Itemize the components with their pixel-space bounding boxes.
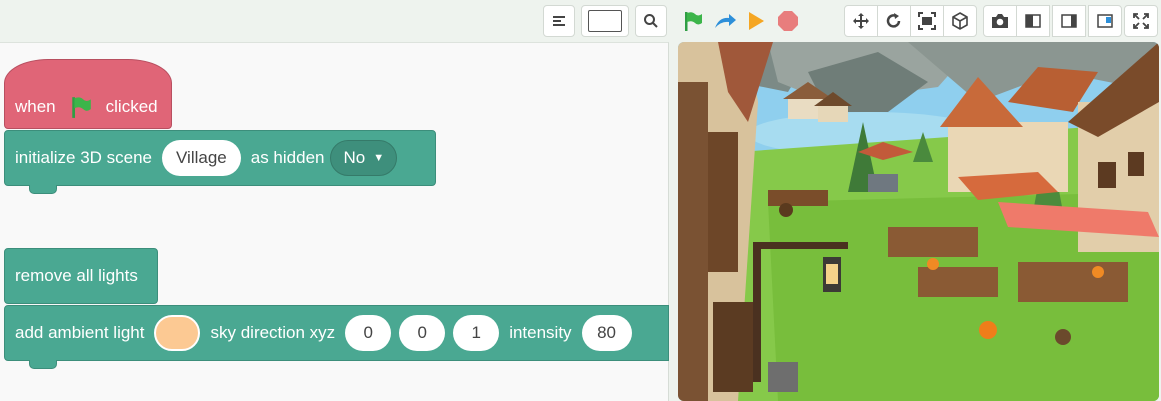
block-notch: [29, 360, 57, 369]
play-button[interactable]: [743, 8, 769, 34]
fit-screen-button[interactable]: [910, 5, 944, 37]
zoom-box: [588, 10, 622, 32]
light-color-swatch[interactable]: [154, 315, 201, 351]
fullscreen-icon: [1133, 13, 1149, 29]
search-icon: [644, 14, 658, 28]
initialize-scene-block[interactable]: initialize 3D scene Village as hidden No…: [4, 130, 436, 194]
as-hidden-label: as hidden: [250, 148, 325, 167]
zoom-level-button[interactable]: [581, 5, 629, 37]
align-left-icon: [553, 16, 565, 26]
move-icon: [853, 13, 869, 29]
rotate-button[interactable]: [877, 5, 911, 37]
layout-left-icon: [1025, 14, 1041, 28]
green-flag-icon: [685, 12, 702, 31]
scene-name-input[interactable]: Village: [162, 140, 241, 176]
top-toolbar: [0, 0, 1161, 42]
block-notch: [29, 185, 57, 194]
sky-direction-label: sky direction xyz: [210, 323, 336, 342]
remove-all-lights-block[interactable]: remove all lights: [4, 248, 158, 304]
ambient-light-label: add ambient light: [15, 323, 145, 342]
village-scene: [678, 42, 1159, 401]
rotate-icon: [886, 13, 901, 28]
camera-button[interactable]: [983, 5, 1017, 37]
align-left-button[interactable]: [543, 5, 575, 37]
intensity-label: intensity: [509, 323, 572, 342]
stop-icon: [778, 11, 798, 31]
layout-top-right-icon: [1097, 14, 1113, 28]
layout-top-right-button[interactable]: [1088, 5, 1122, 37]
fit-screen-icon: [918, 12, 936, 30]
sky-z-input[interactable]: 1: [453, 315, 500, 351]
camera-icon: [992, 14, 1008, 28]
search-button[interactable]: [635, 5, 667, 37]
intensity-input[interactable]: 80: [581, 315, 632, 351]
initialize-scene-label: initialize 3D scene: [15, 148, 153, 167]
clicked-label: clicked: [105, 97, 158, 116]
hidden-dropdown[interactable]: No ▼: [330, 140, 398, 176]
move-button[interactable]: [844, 5, 878, 37]
when-label: when: [15, 97, 56, 116]
sky-y-input[interactable]: 0: [399, 315, 446, 351]
hidden-dropdown-value: No: [343, 148, 366, 167]
green-flag-icon: [71, 97, 91, 118]
stop-button[interactable]: [775, 8, 801, 34]
fullscreen-button[interactable]: [1124, 5, 1158, 37]
sky-x-input[interactable]: 0: [345, 315, 392, 351]
layout-left-button[interactable]: [1016, 5, 1050, 37]
layout-right-button[interactable]: [1052, 5, 1086, 37]
green-flag-button[interactable]: [680, 8, 706, 34]
cube-icon: [952, 12, 968, 30]
play-icon: [749, 12, 764, 30]
layout-right-icon: [1061, 14, 1077, 28]
code-area[interactable]: when clicked initialize 3D scene Village…: [0, 42, 669, 401]
add-ambient-light-block[interactable]: add ambient light sky direction xyz 0 0 …: [4, 305, 669, 369]
stage-3d-view[interactable]: [678, 42, 1159, 401]
when-flag-clicked-block[interactable]: when clicked: [4, 59, 172, 129]
cube-button[interactable]: [943, 5, 977, 37]
step-arrow-icon: [715, 14, 736, 28]
chevron-down-icon: ▼: [373, 152, 385, 164]
remove-lights-label: remove all lights: [15, 266, 138, 285]
step-button[interactable]: [712, 8, 738, 34]
